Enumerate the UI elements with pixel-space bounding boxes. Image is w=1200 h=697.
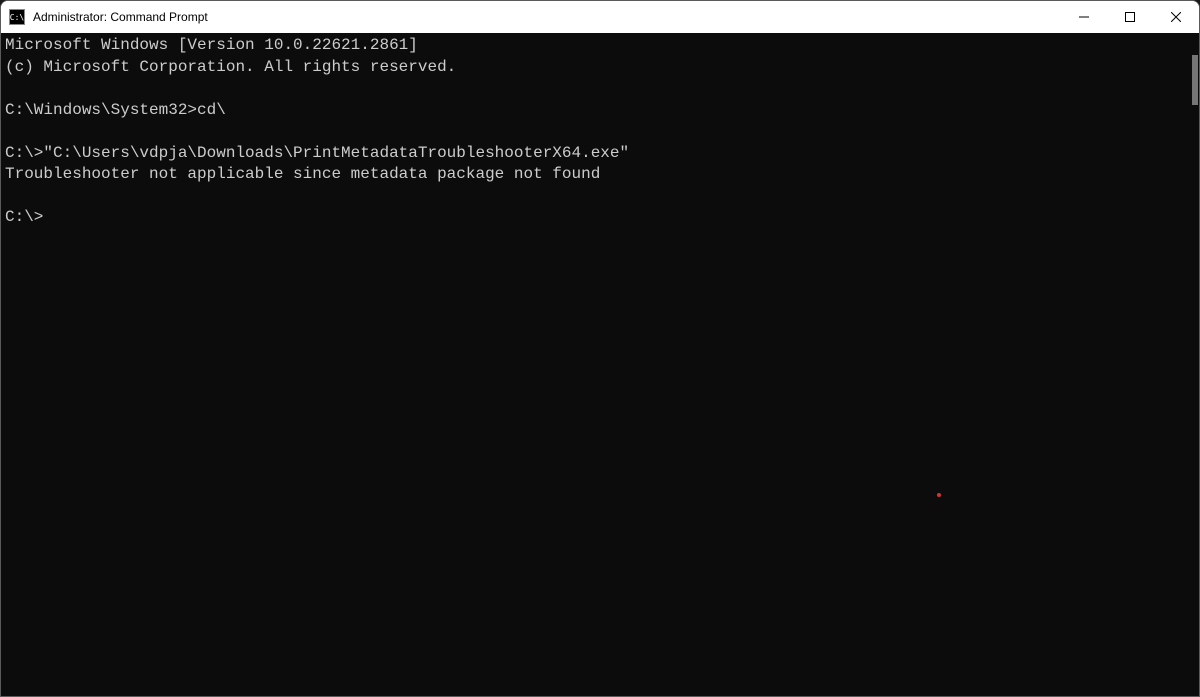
command-prompt-window: C:\ Administrator: Command Prompt Micros… [0, 0, 1200, 697]
window-title: Administrator: Command Prompt [33, 10, 1061, 24]
scrollbar-track[interactable] [1185, 33, 1199, 696]
terminal-output[interactable]: Microsoft Windows [Version 10.0.22621.28… [1, 33, 1185, 696]
window-controls [1061, 1, 1199, 33]
close-icon [1171, 12, 1181, 22]
close-button[interactable] [1153, 1, 1199, 33]
cursor-dot [937, 493, 941, 497]
scrollbar-thumb[interactable] [1192, 55, 1198, 105]
maximize-icon [1125, 12, 1135, 22]
cmd-icon: C:\ [9, 9, 25, 25]
minimize-icon [1079, 12, 1089, 22]
titlebar[interactable]: C:\ Administrator: Command Prompt [1, 1, 1199, 33]
maximize-button[interactable] [1107, 1, 1153, 33]
cmd-icon-label: C:\ [10, 13, 24, 22]
terminal-area[interactable]: Microsoft Windows [Version 10.0.22621.28… [1, 33, 1199, 696]
minimize-button[interactable] [1061, 1, 1107, 33]
